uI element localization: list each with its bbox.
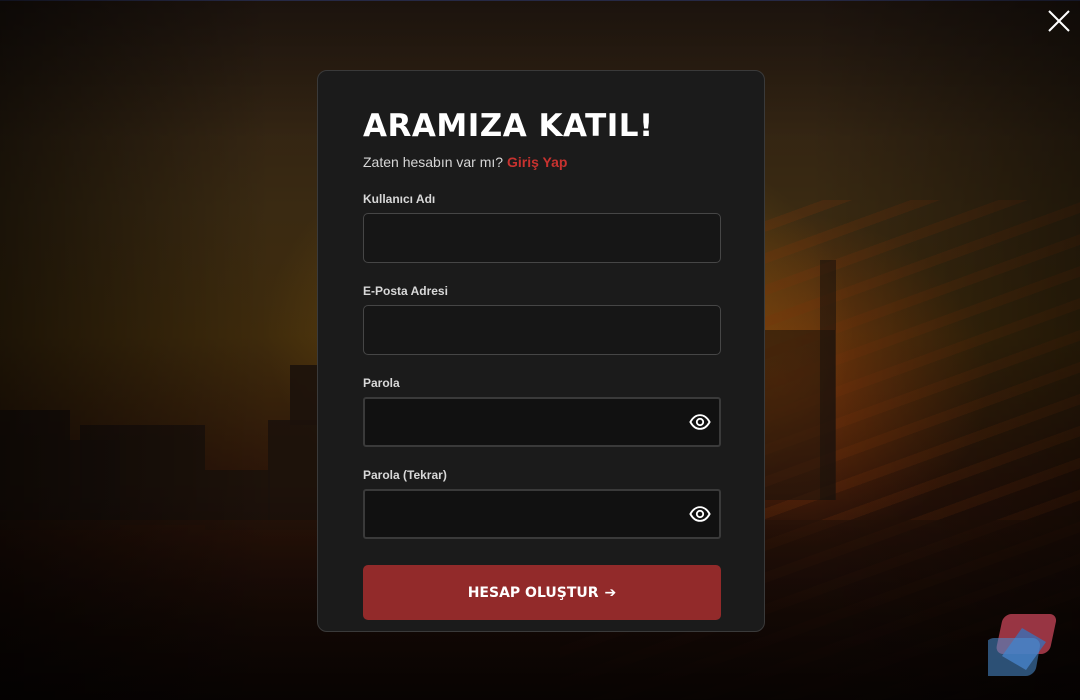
password-field-wrap (363, 397, 721, 447)
login-link[interactable]: Giriş Yap (507, 154, 567, 170)
password-confirm-input[interactable] (363, 489, 721, 539)
signup-card: ARAMIZA KATIL! Zaten hesabın var mı? Gir… (317, 70, 765, 632)
eye-icon (689, 506, 711, 522)
close-icon (1048, 10, 1070, 32)
email-label: E-Posta Adresi (363, 284, 448, 298)
eye-icon (689, 414, 711, 430)
app-logo-icon (988, 614, 1057, 676)
password-confirm-field-wrap (363, 489, 721, 539)
password-visibility-toggle[interactable] (689, 411, 711, 433)
username-field-wrap (363, 213, 721, 263)
arrow-right-icon: ➔ (604, 584, 617, 601)
close-button[interactable] (1046, 8, 1072, 34)
app-logo-badge[interactable] (988, 612, 1062, 680)
background-scene: ARAMIZA KATIL! Zaten hesabın var mı? Gir… (0, 0, 1080, 700)
password-label: Parola (363, 376, 400, 390)
username-label: Kullanıcı Adı (363, 192, 436, 206)
username-input[interactable] (363, 213, 721, 263)
password-confirm-visibility-toggle[interactable] (689, 503, 711, 525)
login-prompt-text: Zaten hesabın var mı? (363, 154, 504, 170)
password-confirm-label: Parola (Tekrar) (363, 468, 447, 482)
form-title: ARAMIZA KATIL! (363, 108, 654, 144)
password-input[interactable] (363, 397, 721, 447)
email-input[interactable] (363, 305, 721, 355)
create-account-label: HESAP OLUŞTUR (467, 584, 599, 601)
email-field-wrap (363, 305, 721, 355)
create-account-button[interactable]: HESAP OLUŞTUR ➔ (363, 565, 721, 620)
login-prompt: Zaten hesabın var mı? Giriş Yap (363, 154, 719, 172)
